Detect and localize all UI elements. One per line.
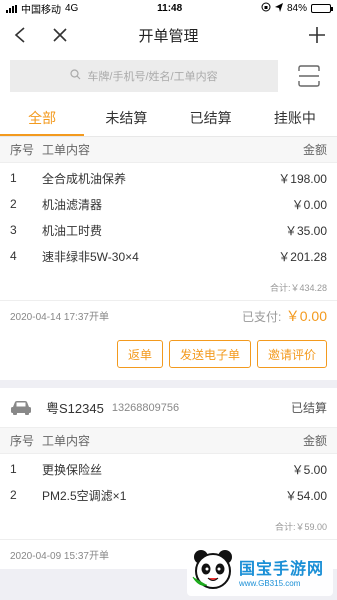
close-icon[interactable] <box>50 25 70 45</box>
tab-all[interactable]: 全部 <box>0 99 85 136</box>
search-placeholder: 车牌/手机号/姓名/工单内容 <box>87 71 218 83</box>
paid-label: 已支付: <box>241 309 282 324</box>
orientation-lock-icon <box>261 2 271 15</box>
order-subtotal: 合计:￥434.28 <box>269 283 327 293</box>
battery-percent: 84% <box>286 3 307 14</box>
status-left: 中国移动 4G <box>6 1 78 16</box>
header-content: 工单内容 <box>42 143 91 157</box>
panda-icon <box>191 547 235 596</box>
watermark-url: www.GB315.com <box>239 578 301 588</box>
row-content: 机油工时费 <box>42 223 103 238</box>
order-card[interactable]: 序号 工单内容 金额 1 全合成机油保养 ￥198.00 2 机油滤清器 ￥0.… <box>0 137 337 380</box>
order-date: 2020-04-14 17:37开单 <box>10 312 109 323</box>
table-row: 2 机油滤清器 ￥0.00 <box>0 191 337 217</box>
row-content: 机油滤清器 <box>42 197 103 212</box>
location-icon <box>274 2 283 15</box>
status-time: 11:48 <box>157 3 183 14</box>
header-content: 工单内容 <box>42 434 91 448</box>
row-no: 1 <box>10 171 17 185</box>
row-no: 1 <box>10 462 17 476</box>
row-amount: ￥5.00 <box>291 462 327 477</box>
header-no: 序号 <box>10 143 35 157</box>
header-amount: 金额 <box>302 434 327 448</box>
customer-phone: 13268809756 <box>111 401 180 414</box>
table-row: 2 PM2.5空调滤×1 ￥54.00 <box>0 482 337 508</box>
table-header: 序号 工单内容 金额 <box>0 137 337 163</box>
order-actions: 返单 发送电子单 邀请评价 <box>0 330 337 380</box>
table-row: 3 机油工时费 ￥35.00 <box>0 217 337 243</box>
row-content: 全合成机油保养 <box>42 171 127 186</box>
row-no: 4 <box>10 249 17 263</box>
filter-tabs: 全部 未结算 已结算 挂账中 <box>0 99 337 137</box>
return-order-button[interactable]: 返单 <box>116 340 163 368</box>
watermark-brand: 国宝手游网 <box>239 560 325 578</box>
invite-review-button[interactable]: 邀请评价 <box>256 340 327 368</box>
row-amount: ￥35.00 <box>284 223 327 238</box>
status-right: 84% <box>261 2 333 15</box>
network-label: 4G <box>65 3 79 14</box>
table-row: 1 全合成机油保养 ￥198.00 <box>0 165 337 191</box>
order-meta: 2020-04-14 17:37开单 已支付: ￥0.00 <box>0 300 337 330</box>
table-row: 4 速非绿非5W-30×4 ￥201.28 <box>0 243 337 269</box>
scan-icon[interactable] <box>298 65 320 87</box>
order-header: 粤S12345 13268809756 已结算 <box>0 388 337 428</box>
watermark-logo: 国宝手游网 www.GB315.com <box>187 546 333 596</box>
nav-bar: 开单管理 <box>0 17 337 53</box>
car-icon <box>10 400 32 416</box>
row-no: 3 <box>10 223 17 237</box>
chevron-left-icon[interactable] <box>10 25 30 45</box>
tab-settled[interactable]: 已结算 <box>169 99 253 136</box>
search-input[interactable]: 车牌/手机号/姓名/工单内容 <box>10 60 278 92</box>
table-header: 序号 工单内容 金额 <box>0 428 337 454</box>
row-no: 2 <box>10 488 17 502</box>
carrier-label: 中国移动 <box>21 5 61 16</box>
order-date: 2020-04-09 15:37开单 <box>10 551 109 562</box>
row-content: 更换保险丝 <box>42 462 103 477</box>
license-plate: 粤S12345 <box>46 401 104 416</box>
row-content: PM2.5空调滤×1 <box>42 488 127 503</box>
header-no: 序号 <box>10 434 35 448</box>
row-amount: ￥198.00 <box>278 171 327 186</box>
row-no: 2 <box>10 197 17 211</box>
signal-icon <box>6 4 17 13</box>
paid-value: ￥0.00 <box>285 307 327 324</box>
plus-icon[interactable] <box>307 25 327 45</box>
search-row: 车牌/手机号/姓名/工单内容 <box>0 53 337 99</box>
status-bar: 中国移动 4G 11:48 84% <box>0 0 337 17</box>
send-e-receipt-button[interactable]: 发送电子单 <box>168 340 251 368</box>
row-amount: ￥0.00 <box>291 197 327 212</box>
battery-icon <box>310 4 333 13</box>
order-subtotal: 合计:￥59.00 <box>274 522 327 532</box>
table-row: 1 更换保险丝 ￥5.00 <box>0 456 337 482</box>
search-icon <box>70 69 81 83</box>
status-badge: 已结算 <box>290 401 327 415</box>
row-content: 速非绿非5W-30×4 <box>42 249 139 264</box>
tab-unsettled[interactable]: 未结算 <box>84 99 168 136</box>
tab-on-credit[interactable]: 挂账中 <box>253 99 337 136</box>
row-amount: ￥201.28 <box>278 249 327 264</box>
row-amount: ￥54.00 <box>284 488 327 503</box>
header-amount: 金额 <box>302 143 327 157</box>
order-card[interactable]: 粤S12345 13268809756 已结算 序号 工单内容 金额 1 更换保… <box>0 388 337 569</box>
